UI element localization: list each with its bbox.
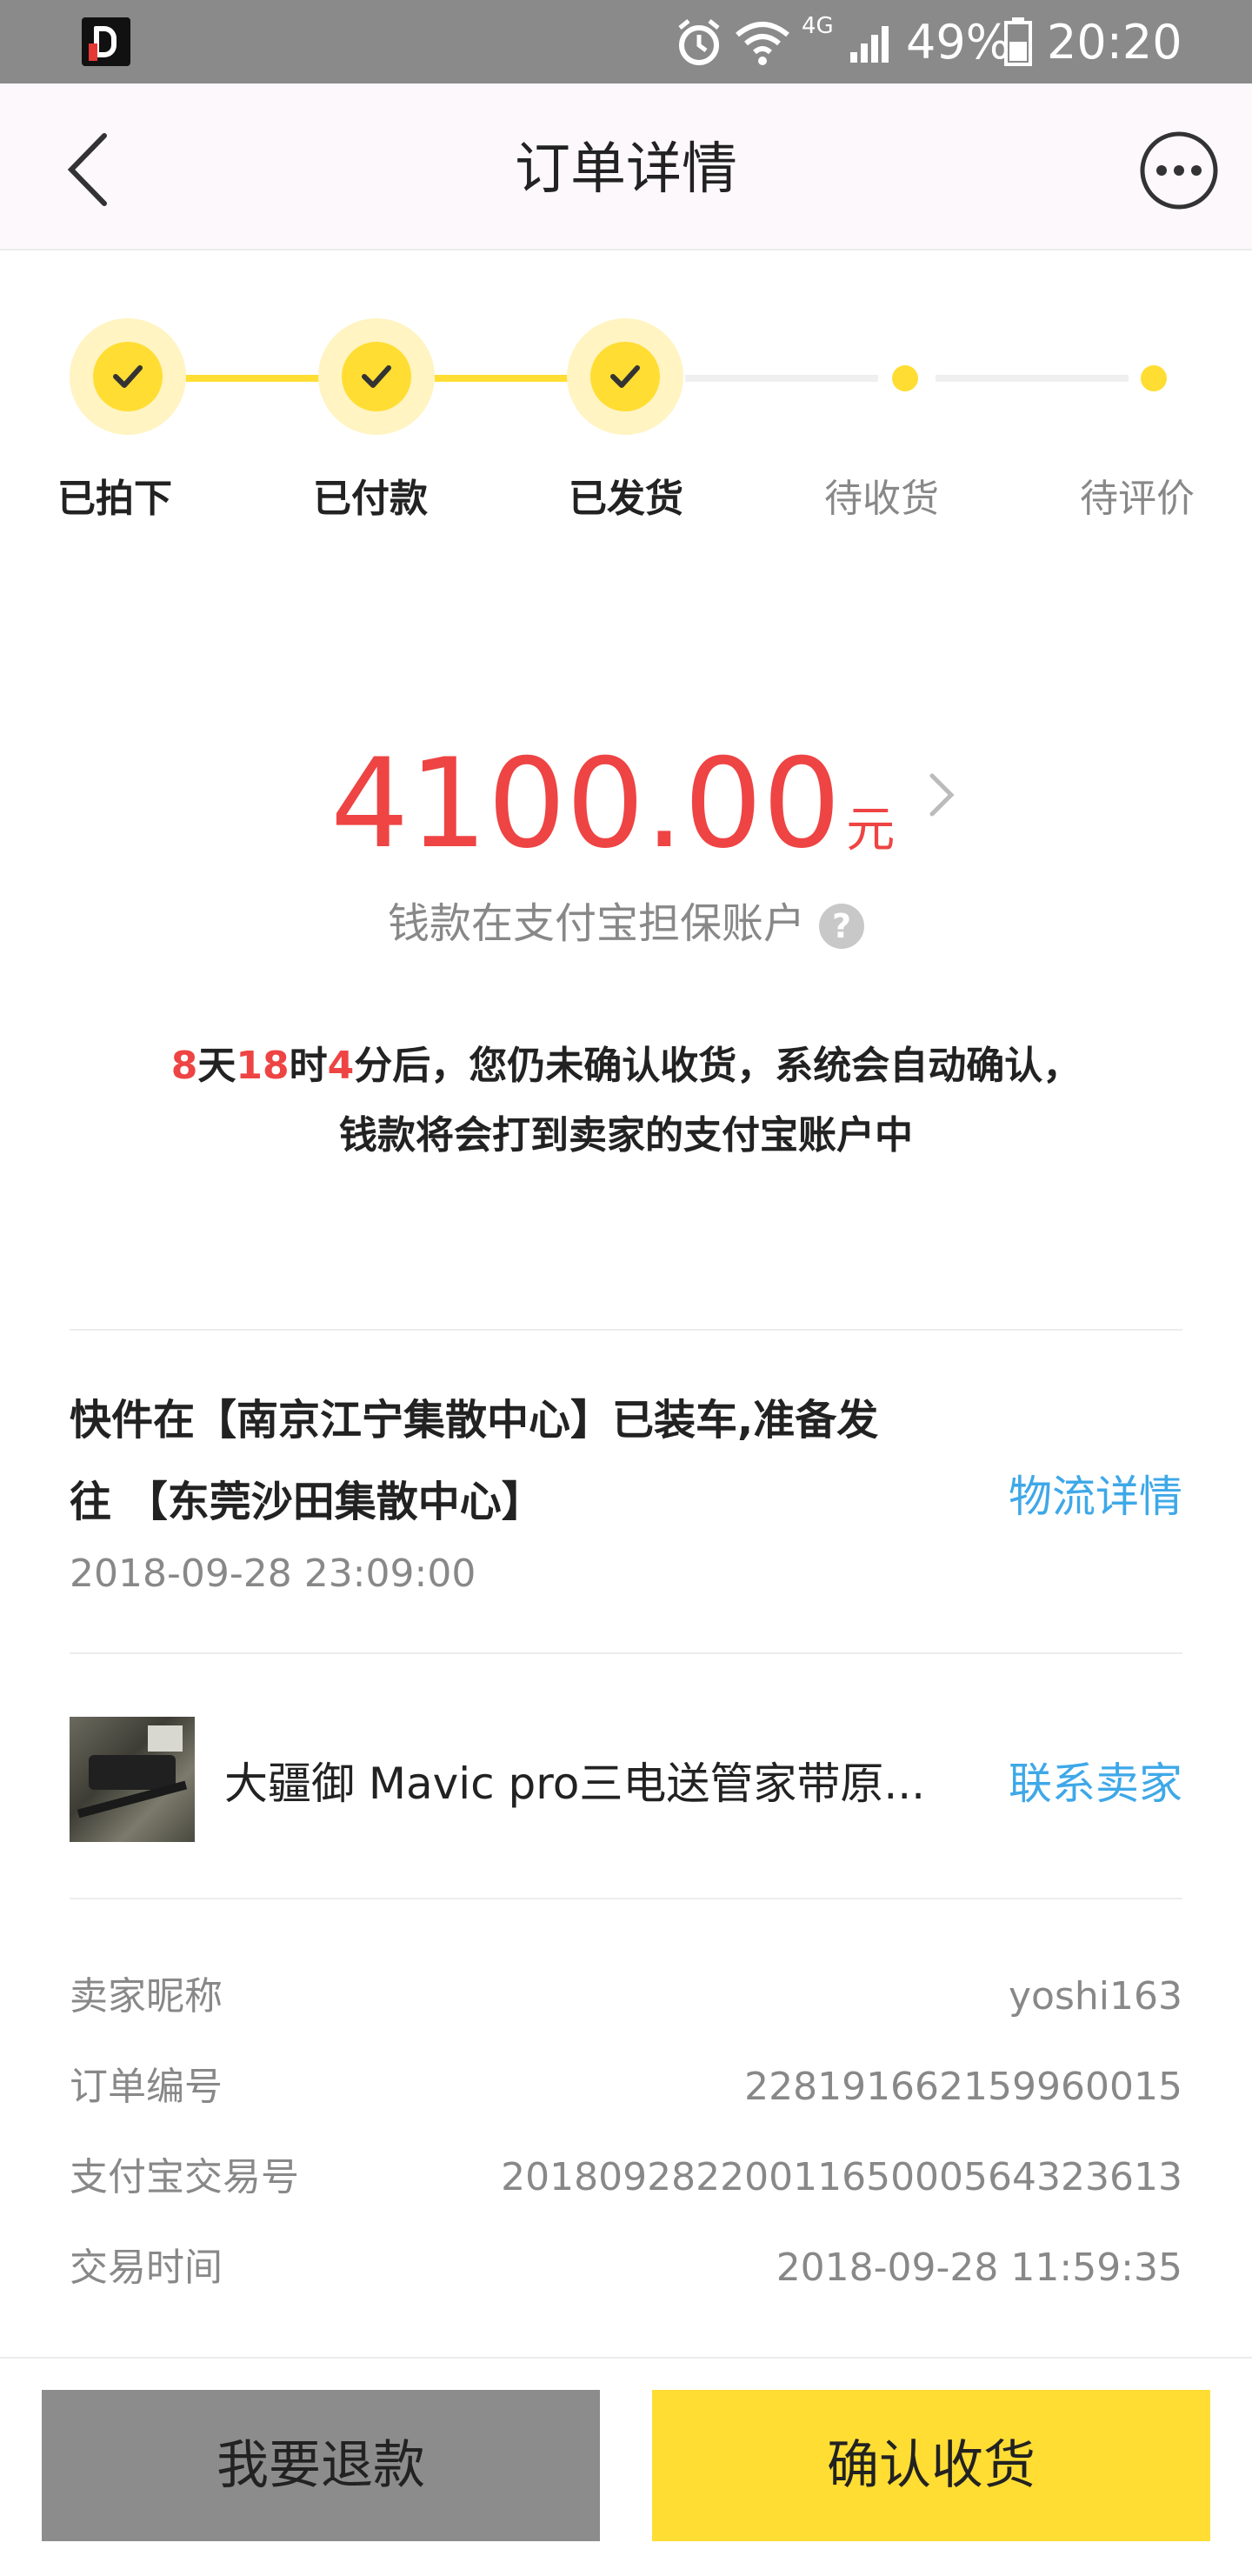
transaction-time-value: 2018-09-28 11:59:35 (776, 2246, 1182, 2290)
countdown-hours: 18 (236, 1044, 290, 1088)
order-amount[interactable]: 4100.00 元 (330, 731, 895, 878)
amount-value: 4100.00 (330, 732, 842, 876)
step-pending-dot (892, 365, 918, 391)
order-number-value: 228191662159960015 (744, 2065, 1182, 2109)
product-thumbnail[interactable] (70, 1717, 195, 1842)
confirm-receipt-button[interactable]: 确认收货 (652, 2390, 1210, 2541)
back-arrow-icon[interactable] (61, 130, 113, 209)
check-icon (362, 365, 391, 388)
step-label: 待评价 (1080, 477, 1195, 521)
order-number-label: 订单编号 (70, 2065, 223, 2109)
logistics-time: 2018-09-28 23:09:00 (70, 1552, 476, 1596)
step-connector (936, 375, 1129, 382)
check-icon (113, 365, 143, 388)
page-title: 订单详情 (515, 137, 737, 202)
divider (70, 1898, 1182, 1899)
step-label: 已拍下 (57, 477, 172, 521)
chevron-right-icon[interactable] (927, 769, 958, 821)
alipay-transaction-value: 2018092822001165000564323613 (501, 2155, 1182, 2199)
alipay-transaction-label: 支付宝交易号 (70, 2155, 299, 2199)
notice-line-2: 钱款将会打到卖家的支付宝账户中 (339, 1113, 913, 1158)
step-connector (685, 375, 878, 382)
clock: 20:20 (1047, 15, 1182, 70)
logistics-line-1: 快件在【南京江宁集散中心】已装车,准备发 (70, 1396, 879, 1445)
battery-icon (1004, 17, 1032, 66)
check-icon (610, 365, 640, 388)
countdown-minutes: 4 (327, 1044, 355, 1088)
step-pending-dot (1141, 365, 1167, 391)
seller-nickname-value: yoshi163 (1009, 1974, 1182, 2019)
logistics-status: 快件在【南京江宁集散中心】已装车,准备发 往 【东莞沙田集散中心】 (70, 1379, 982, 1543)
request-refund-button[interactable]: 我要退款 (42, 2390, 600, 2541)
battery-percent: 49% (906, 15, 1011, 70)
logistics-details-link[interactable]: 物流详情 (982, 1466, 1182, 1527)
step-connector (435, 375, 572, 382)
countdown-days: 8 (170, 1044, 198, 1088)
alarm-icon (678, 19, 720, 65)
amount-unit: 元 (846, 802, 896, 858)
help-icon[interactable]: ? (819, 904, 864, 949)
step-label: 待收货 (824, 477, 939, 521)
step-done-marker (567, 318, 683, 435)
divider (70, 1329, 1182, 1331)
step-connector (184, 375, 322, 382)
step-done-marker (318, 318, 435, 435)
network-type: 4G (802, 13, 834, 39)
seller-nickname-label: 卖家昵称 (70, 1974, 223, 2019)
transaction-time-label: 交易时间 (70, 2246, 223, 2290)
escrow-note: 钱款在支付宝担保账户? (261, 896, 991, 951)
product-title[interactable]: 大疆御 Mavic pro三电送管家带原... (224, 1753, 955, 1814)
escrow-text: 钱款在支付宝担保账户 (387, 899, 805, 948)
auto-confirm-notice: 8天18时4分后，您仍未确认收货，系统会自动确认， 钱款将会打到卖家的支付宝账户… (70, 1031, 1182, 1171)
logistics-line-2: 往 【东莞沙田集散中心】 (70, 1478, 543, 1526)
more-options-icon[interactable] (1135, 127, 1222, 214)
contact-seller-link[interactable]: 联系卖家 (982, 1753, 1182, 1814)
step-label: 已付款 (313, 477, 428, 521)
step-label: 已发货 (569, 477, 683, 521)
wifi-icon (736, 22, 789, 65)
signal-icon (850, 26, 889, 63)
app-logo-icon (82, 17, 130, 66)
divider (70, 1652, 1182, 1654)
step-done-marker (70, 318, 186, 435)
